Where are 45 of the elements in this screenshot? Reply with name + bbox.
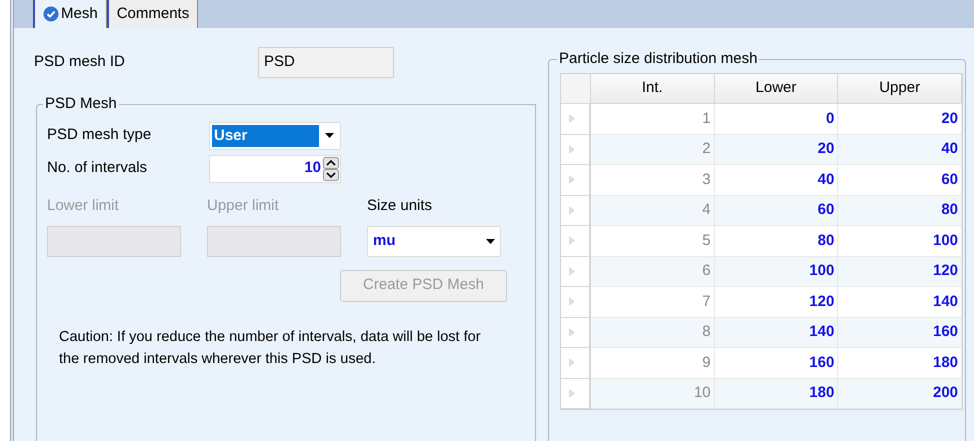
checkmark-icon	[43, 6, 59, 22]
limit-field[interactable]	[47, 226, 181, 256]
tab[interactable]: Comments	[106, 0, 198, 28]
column-header[interactable]: Upper	[838, 74, 962, 104]
row-selector[interactable]	[561, 196, 591, 226]
table-cell: 200	[838, 378, 962, 409]
field-label: No. of intervals	[47, 158, 148, 178]
caution-text: Caution: If you reduce the number of intervals, data will be lost for the removed intervals wherever this PSD is used.	[59, 328, 482, 368]
triangle-icon	[569, 388, 575, 398]
triangle-icon	[569, 358, 575, 368]
table-cell: 180	[714, 378, 838, 409]
size-units-dropdown[interactable]: mu	[367, 226, 501, 256]
row-selector[interactable]	[561, 348, 591, 378]
row-selector[interactable]	[561, 104, 591, 134]
column-header[interactable]: Int.	[590, 74, 715, 104]
caret-icon	[325, 133, 334, 138]
row-selector[interactable]	[561, 318, 591, 348]
triangle-icon	[569, 114, 575, 124]
mesh-id-field[interactable]: PSD	[258, 46, 394, 78]
tab[interactable]: Mesh	[33, 0, 107, 28]
row-selector[interactable]	[561, 256, 591, 287]
spinner-arrows-icon	[323, 156, 339, 180]
field-label: Upper limit	[207, 196, 280, 216]
intervals-spinner[interactable]: 10	[209, 154, 341, 182]
field-label: PSD mesh type	[47, 125, 152, 146]
triangle-icon	[569, 297, 575, 306]
triangle-icon	[569, 236, 575, 246]
triangle-icon	[569, 328, 575, 337]
caret-icon	[486, 238, 495, 244]
row-selector[interactable]	[561, 165, 591, 196]
field-label: Lower limit	[47, 196, 120, 216]
field-label: PSD mesh ID	[34, 52, 126, 72]
column-header[interactable]: Lower	[714, 74, 838, 104]
mesh-type-dropdown[interactable]: User	[209, 122, 341, 150]
limit-field[interactable]	[207, 226, 341, 256]
field-label: Size units	[367, 196, 434, 216]
row-selector[interactable]	[561, 287, 591, 318]
table-cell: 10	[590, 378, 715, 409]
row-selector[interactable]	[561, 226, 591, 256]
row-selector[interactable]	[561, 134, 591, 165]
row-selector[interactable]	[561, 378, 591, 409]
triangle-icon	[569, 266, 575, 276]
triangle-icon	[569, 175, 575, 184]
triangle-icon	[569, 206, 575, 215]
triangle-icon	[569, 144, 575, 154]
